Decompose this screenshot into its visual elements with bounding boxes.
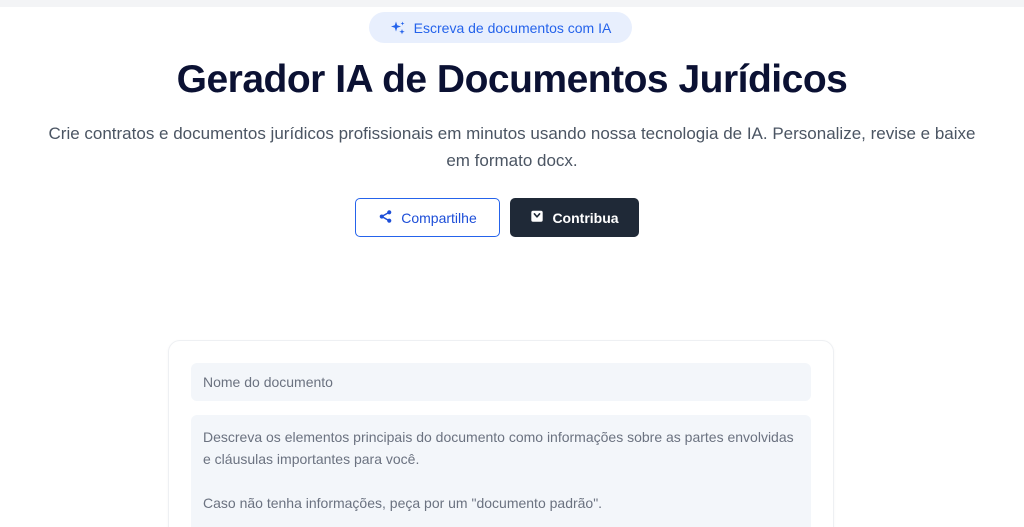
gift-icon [530,209,544,226]
contribute-button[interactable]: Contribua [510,198,639,237]
badge-label: Escreva de documentos com IA [413,19,612,36]
page: Escreva de documentos com IA Gerador IA … [0,0,1024,527]
page-subtitle: Crie contratos e documentos jurídicos pr… [48,124,976,170]
share-icon [378,209,393,227]
document-description-textarea[interactable] [191,415,811,527]
sparkles-icon [390,20,406,36]
page-title: Gerador IA de Documentos Jurídicos [176,58,848,101]
share-button[interactable]: Compartilhe [355,198,500,237]
contribute-button-label: Contribua [552,209,619,226]
document-name-input[interactable] [191,363,811,401]
ai-badge: Escreva de documentos com IA [369,12,632,43]
document-form-card [168,340,834,527]
share-button-label: Compartilhe [401,209,477,226]
top-strip [0,0,1024,7]
